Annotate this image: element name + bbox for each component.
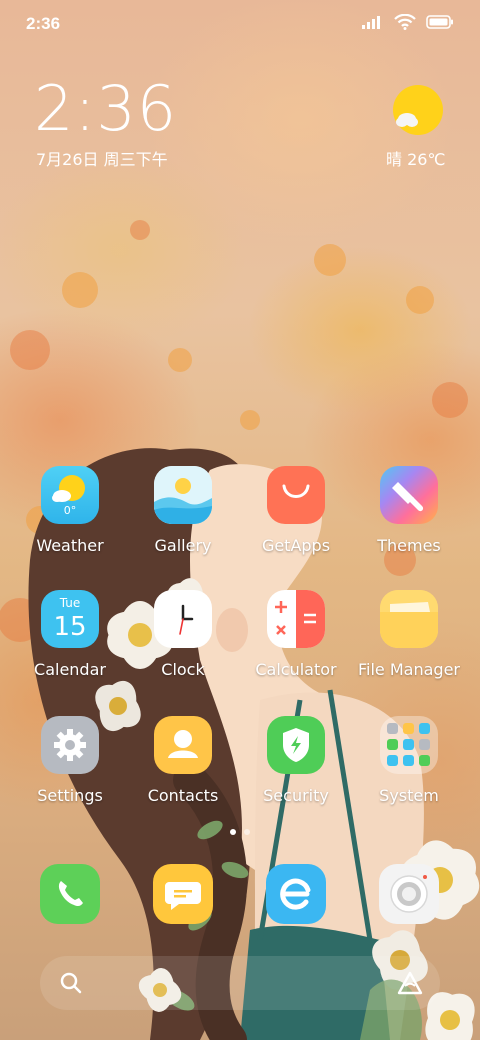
themes-icon [380, 466, 438, 524]
search-bar[interactable] [40, 956, 440, 1010]
app-label-system: System [379, 786, 439, 805]
dock-browser[interactable] [266, 864, 326, 924]
app-label-weather: Weather [36, 536, 104, 555]
app-label-clock: Clock [161, 660, 205, 679]
signal-icon [362, 16, 380, 29]
contacts-icon [154, 716, 212, 774]
status-bar: 2:36 [0, 0, 480, 50]
app-settings[interactable]: Settings [10, 716, 130, 826]
app-label-gallery: Gallery [154, 536, 212, 555]
clock-widget-date[interactable]: 7月26日 周三下午 [36, 146, 168, 170]
page-dot [244, 829, 250, 835]
app-label-calculator: Calculator [255, 660, 337, 679]
gallery-icon [154, 466, 212, 524]
app-contacts[interactable]: Contacts [123, 716, 243, 826]
system-folder-icon [380, 716, 438, 774]
app-security[interactable]: Security [236, 716, 356, 826]
battery-icon [426, 15, 453, 29]
dock-messages[interactable] [153, 864, 213, 924]
calendar-day-number: 15 [53, 612, 87, 642]
app-label-contacts: Contacts [147, 786, 219, 805]
app-system-folder[interactable]: System [349, 716, 469, 826]
search-icon[interactable] [58, 970, 84, 996]
assistant-icon[interactable] [396, 970, 424, 996]
app-getapps[interactable]: GetApps [236, 466, 356, 576]
messages-icon [165, 882, 201, 910]
app-label-getapps: GetApps [261, 536, 331, 555]
app-label-settings: Settings [37, 786, 103, 805]
app-label-calendar: Calendar [34, 660, 106, 679]
app-weather[interactable]: 0° Weather [10, 466, 130, 576]
app-themes[interactable]: Themes [349, 466, 469, 576]
app-label-security: Security [263, 786, 329, 805]
phone-icon [58, 881, 83, 907]
weather-temp-badge: 0° [63, 504, 77, 517]
app-label-file-manager: File Manager [358, 660, 460, 679]
sunny-cloud-icon[interactable] [392, 84, 444, 136]
status-bar-icons [362, 14, 454, 30]
app-gallery[interactable]: Gallery [123, 466, 243, 576]
calendar-day-name: Tue [59, 596, 81, 610]
app-file-manager[interactable]: File Manager [349, 590, 469, 700]
clock-widget-time[interactable]: 2:36 [34, 78, 177, 140]
calculator-icon [267, 590, 325, 648]
weather-icon: 0° [41, 466, 99, 524]
settings-icon [41, 716, 99, 774]
getapps-icon [267, 466, 325, 524]
page-indicator [0, 829, 480, 835]
status-bar-time: 2:36 [26, 14, 61, 33]
calendar-icon: Tue 15 [41, 590, 99, 648]
app-label-themes: Themes [377, 536, 441, 555]
app-clock[interactable]: Clock [123, 590, 243, 700]
browser-icon [280, 878, 311, 910]
dock-camera[interactable] [379, 864, 439, 924]
dock-phone[interactable] [40, 864, 100, 924]
file-manager-icon [380, 590, 438, 648]
wifi-icon [394, 14, 416, 30]
app-calculator[interactable]: Calculator [236, 590, 356, 700]
weather-widget-text[interactable]: 晴 26℃ [386, 146, 445, 170]
camera-icon [390, 875, 428, 913]
security-icon [267, 716, 325, 774]
clock-icon [154, 590, 212, 648]
app-calendar[interactable]: Tue 15 Calendar [10, 590, 130, 700]
page-dot-active [230, 829, 236, 835]
